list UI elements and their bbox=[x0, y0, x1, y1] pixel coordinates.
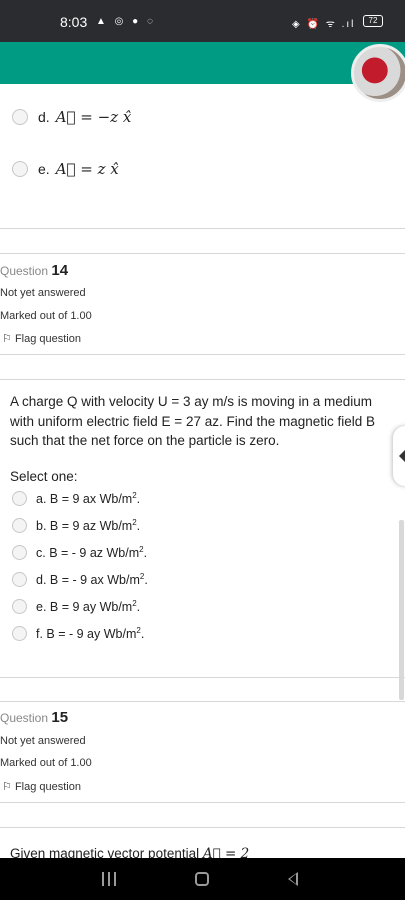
question-number-value: 14 bbox=[51, 262, 69, 279]
flag-label: Flag question bbox=[14, 333, 81, 345]
status-time: 8:03 bbox=[60, 14, 88, 30]
radio-button[interactable] bbox=[12, 518, 27, 534]
question-info-14: Question 14 bbox=[0, 262, 68, 279]
user-avatar[interactable] bbox=[351, 44, 405, 102]
option-label: e. B = 9 ay Wb/m2. bbox=[36, 599, 141, 615]
answer-option-e[interactable]: e. B = 9 ay Wb/m2. bbox=[12, 599, 140, 614]
flag-question-link[interactable]: ⚐ Flag question bbox=[2, 780, 81, 793]
divider bbox=[0, 677, 405, 678]
answer-option-b[interactable]: b. B = 9 az Wb/m2. bbox=[12, 518, 140, 533]
divider bbox=[0, 701, 405, 702]
answer-option-f[interactable]: f. B = - 9 ay Wb/m2. bbox=[12, 626, 144, 641]
question-marks: Marked out of 1.00 bbox=[0, 757, 92, 769]
answer-option-e[interactable]: e. A⃗ = z x̂ bbox=[12, 160, 119, 178]
flag-icon: ⚐ bbox=[2, 781, 12, 793]
option-formula: A⃗ = −z x̂ bbox=[55, 108, 132, 126]
answer-option-c[interactable]: c. B = - 9 az Wb/m2. bbox=[12, 545, 147, 560]
divider bbox=[0, 253, 405, 254]
radio-button[interactable] bbox=[12, 161, 28, 177]
notification-icons: ▲ ◎ ● ◌ bbox=[96, 16, 156, 27]
recent-apps-icon[interactable] bbox=[102, 872, 116, 886]
option-label: f. B = - 9 ay Wb/m2. bbox=[36, 626, 145, 642]
question-number-value: 15 bbox=[51, 709, 69, 726]
scrollbar-thumb[interactable] bbox=[399, 520, 404, 700]
select-one-label: Select one: bbox=[10, 469, 78, 484]
app-header-bar bbox=[0, 42, 405, 84]
radio-button[interactable] bbox=[12, 491, 27, 507]
answer-option-d[interactable]: d. A⃗ = −z x̂ bbox=[12, 108, 131, 126]
battery-icon: 72 bbox=[363, 15, 383, 27]
question-text: A charge Q with velocity U = 3 ay m/s is… bbox=[10, 394, 376, 448]
divider bbox=[0, 379, 405, 380]
question-prefix: Question bbox=[0, 711, 49, 725]
radio-button[interactable] bbox=[12, 109, 28, 125]
system-status-icons: ◈ ⏰ ᯤ .ıl bbox=[292, 19, 356, 30]
radio-button[interactable] bbox=[12, 545, 27, 561]
option-label: d. B = - 9 ax Wb/m2. bbox=[36, 572, 148, 588]
status-bar: 8:03 ▲ ◎ ● ◌ ◈ ⏰ ᯤ .ıl 72 bbox=[0, 0, 405, 42]
radio-button[interactable] bbox=[12, 572, 27, 588]
divider bbox=[0, 827, 405, 828]
question-status: Not yet answered bbox=[0, 735, 86, 747]
drawer-toggle-button[interactable] bbox=[393, 426, 405, 486]
question-status: Not yet answered bbox=[0, 287, 86, 299]
question-number: Question 14 bbox=[0, 262, 68, 279]
system-navigation-bar bbox=[0, 858, 405, 900]
option-label: a. B = 9 ax Wb/m2. bbox=[36, 491, 141, 507]
answer-option-a[interactable]: a. B = 9 ax Wb/m2. bbox=[12, 491, 140, 506]
option-label: d. bbox=[38, 109, 50, 125]
home-icon[interactable] bbox=[195, 872, 209, 886]
option-formula: A⃗ = z x̂ bbox=[55, 160, 119, 178]
flag-icon: ⚐ bbox=[2, 333, 12, 345]
option-label: e. bbox=[38, 161, 50, 177]
divider bbox=[0, 354, 405, 355]
answer-option-d[interactable]: d. B = - 9 ax Wb/m2. bbox=[12, 572, 148, 587]
flag-question-link[interactable]: ⚐ Flag question bbox=[2, 332, 81, 345]
back-icon[interactable] bbox=[288, 872, 298, 886]
flag-label: Flag question bbox=[14, 781, 81, 793]
radio-button[interactable] bbox=[12, 626, 27, 642]
question-info-15: Question 15 bbox=[0, 709, 68, 726]
divider bbox=[0, 228, 405, 229]
option-label: b. B = 9 az Wb/m2. bbox=[36, 518, 141, 534]
question-prefix: Question bbox=[0, 264, 49, 278]
question-marks: Marked out of 1.00 bbox=[0, 310, 92, 322]
divider bbox=[0, 802, 405, 803]
option-label: c. B = - 9 az Wb/m2. bbox=[36, 545, 148, 561]
radio-button[interactable] bbox=[12, 599, 27, 615]
question-number: Question 15 bbox=[0, 709, 68, 726]
